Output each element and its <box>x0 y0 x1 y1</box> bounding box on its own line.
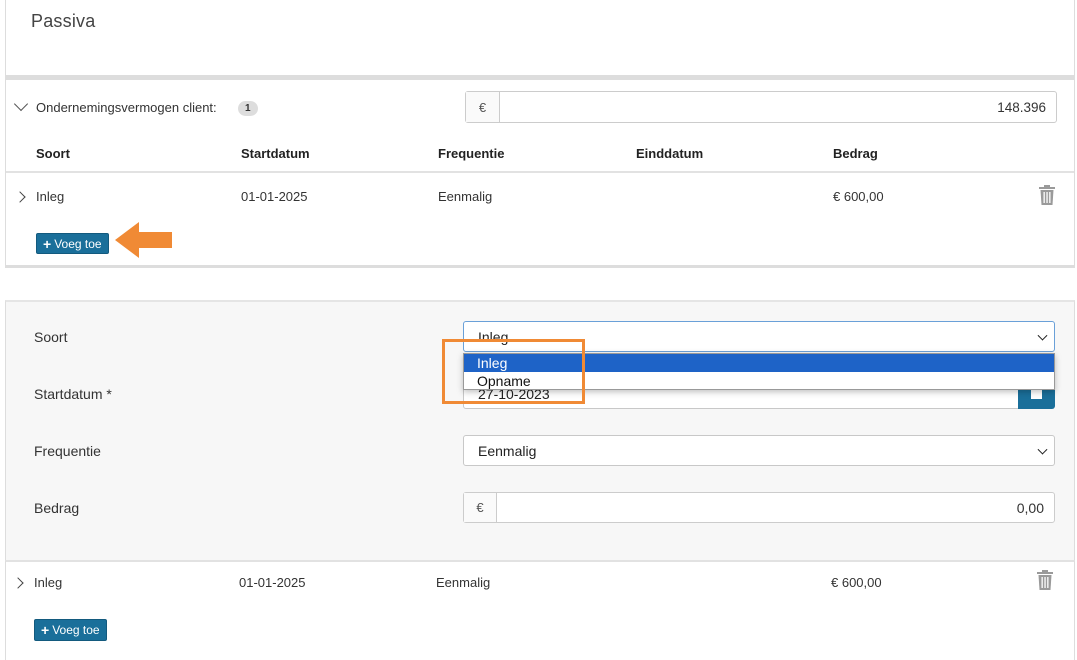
plus-icon: + <box>43 235 52 252</box>
soort-label: Soort <box>34 329 68 345</box>
row-startdatum: 01-01-2025 <box>241 189 308 204</box>
column-header-startdatum: Startdatum <box>241 146 310 161</box>
section-divider <box>5 265 1075 268</box>
row-startdatum: 01-01-2025 <box>239 575 306 590</box>
arrow-left-icon <box>115 222 172 258</box>
currency-addon: € <box>466 92 500 122</box>
highlight-annotation <box>442 339 585 404</box>
startdatum-label: Startdatum * <box>34 386 112 402</box>
add-button-label: Voeg toe <box>54 236 102 251</box>
frequentie-select-value: Eenmalig <box>478 442 537 459</box>
frequentie-select[interactable]: Eenmalig <box>463 435 1055 466</box>
add-button-label: Voeg toe <box>52 623 100 637</box>
row-frequentie: Eenmalig <box>438 189 493 204</box>
bottom-section <box>5 560 1075 660</box>
bedrag-label: Bedrag <box>34 500 80 516</box>
trash-icon[interactable] <box>1037 570 1053 590</box>
row-bedrag: € 600,00 <box>831 575 882 590</box>
row-bedrag: € 600,00 <box>833 189 884 204</box>
row-soort: Inleg <box>34 575 63 590</box>
add-button[interactable]: + Voeg toe <box>36 233 109 254</box>
column-header-einddatum: Einddatum <box>636 146 704 161</box>
passiva-panel <box>5 0 1075 76</box>
row-soort: Inleg <box>36 189 65 204</box>
column-header-frequentie: Frequentie <box>438 146 505 161</box>
bedrag-value: 0,00 <box>1016 499 1044 516</box>
total-amount-value: 148.396 <box>997 99 1046 115</box>
frequentie-label: Frequentie <box>34 443 101 459</box>
bedrag-field[interactable]: € 0,00 <box>463 492 1055 523</box>
column-header-bedrag: Bedrag <box>833 146 878 161</box>
section-label: Ondernemingsvermogen client: <box>36 100 217 115</box>
count-badge: 1 <box>238 101 258 116</box>
column-header-soort: Soort <box>36 146 70 161</box>
currency-addon: € <box>464 493 497 522</box>
chevron-down-icon <box>1037 444 1048 455</box>
plus-icon: + <box>41 622 50 638</box>
add-button[interactable]: + Voeg toe <box>34 619 107 641</box>
header-divider <box>6 171 1074 173</box>
row-frequentie: Eenmalig <box>436 575 491 590</box>
page-title: Passiva <box>31 11 96 31</box>
chevron-down-icon <box>1037 330 1048 341</box>
trash-icon[interactable] <box>1039 185 1055 205</box>
total-amount-field[interactable]: € 148.396 <box>465 91 1057 123</box>
